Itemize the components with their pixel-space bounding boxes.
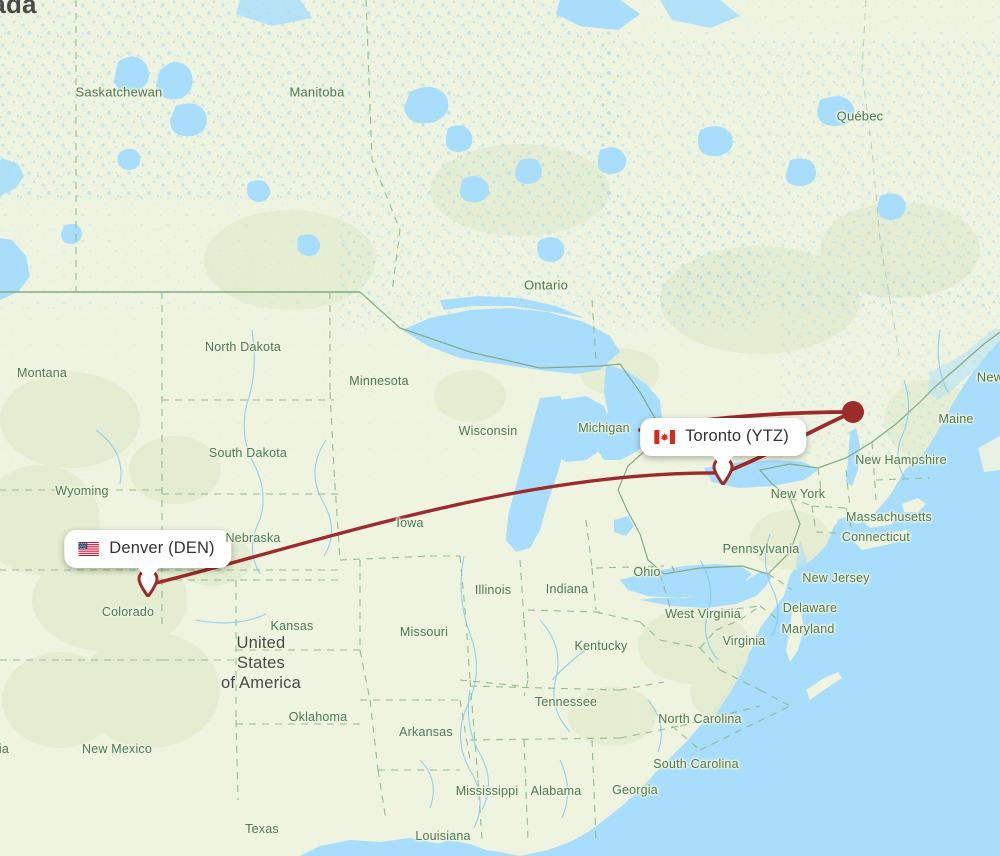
airport-label-ytz: Toronto (YTZ) [685, 427, 789, 445]
route-layer [146, 410, 855, 587]
airport-callout-ytz[interactable]: Toronto (YTZ) [640, 418, 806, 469]
route-endpoint-dot[interactable] [842, 401, 864, 423]
ca-flag-icon [654, 429, 676, 444]
route-segment-den-ytz [146, 471, 725, 587]
airport-label-den: Denver (DEN) [109, 539, 215, 557]
airport-callout-den[interactable]: Denver (DEN) [64, 530, 232, 581]
flight-route-map[interactable]: Denver (DEN) Toronto (YTZ) adaSaskatchew… [0, 0, 1000, 856]
us-flag-icon [78, 541, 100, 556]
